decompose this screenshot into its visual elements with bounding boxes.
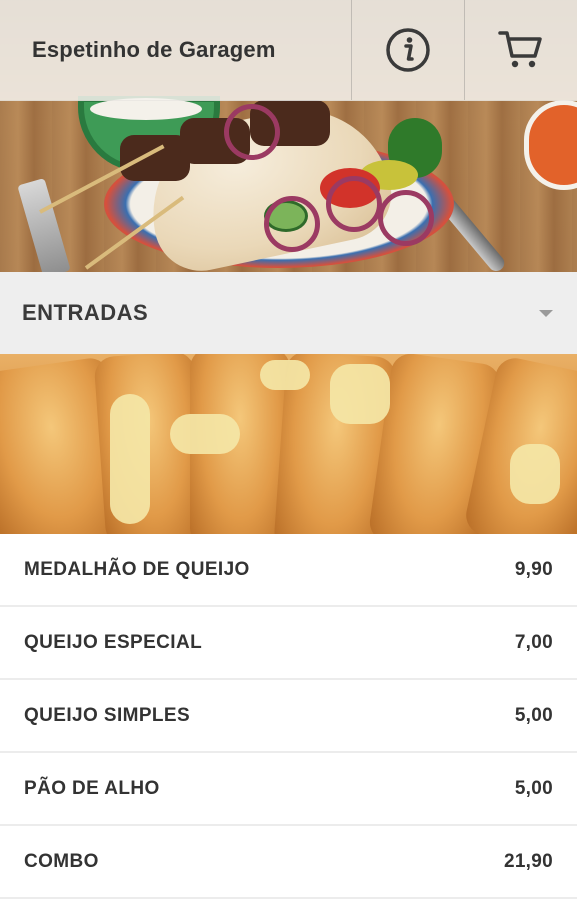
menu-item[interactable]: MEDALHÃO DE QUEIJO 9,90: [0, 534, 577, 607]
menu-item-price: 5,00: [514, 777, 553, 799]
onion-ring: [224, 104, 280, 160]
menu-item-list: MEDALHÃO DE QUEIJO 9,90 QUEIJO ESPECIAL …: [0, 534, 577, 899]
menu-item-price: 21,90: [503, 850, 553, 872]
menu-item[interactable]: PÃO DE ALHO 5,00: [0, 753, 577, 826]
menu-item-name: QUEIJO ESPECIAL: [24, 631, 203, 653]
info-button[interactable]: [351, 0, 464, 100]
cart-button[interactable]: [464, 0, 577, 100]
menu-item-name: QUEIJO SIMPLES: [24, 704, 191, 726]
onion-ring: [378, 190, 434, 246]
app-title: Espetinho de Garagem: [32, 37, 276, 62]
app-header: Espetinho de Garagem: [0, 0, 577, 101]
menu-item-name: MEDALHÃO DE QUEIJO: [24, 558, 250, 580]
menu-item-name: PÃO DE ALHO: [24, 777, 160, 799]
menu-item[interactable]: QUEIJO SIMPLES 5,00: [0, 680, 577, 753]
menu-item-price: 5,00: [514, 704, 553, 726]
menu-item[interactable]: QUEIJO ESPECIAL 7,00: [0, 607, 577, 680]
onion-ring: [326, 176, 382, 232]
category-title: ENTRADAS: [22, 300, 149, 325]
shopping-cart-icon: [498, 31, 542, 68]
category-image: [0, 354, 577, 534]
menu-item-name: COMBO: [24, 850, 99, 872]
menu-item-price: 9,90: [514, 558, 553, 580]
info-circle-icon: [386, 28, 430, 72]
menu-item[interactable]: COMBO 21,90: [0, 826, 577, 899]
dropdown-arrow-icon: [539, 309, 553, 317]
category-header-entradas[interactable]: ENTRADAS: [0, 272, 577, 354]
menu-item-price: 7,00: [514, 631, 553, 653]
onion-ring: [264, 196, 320, 252]
